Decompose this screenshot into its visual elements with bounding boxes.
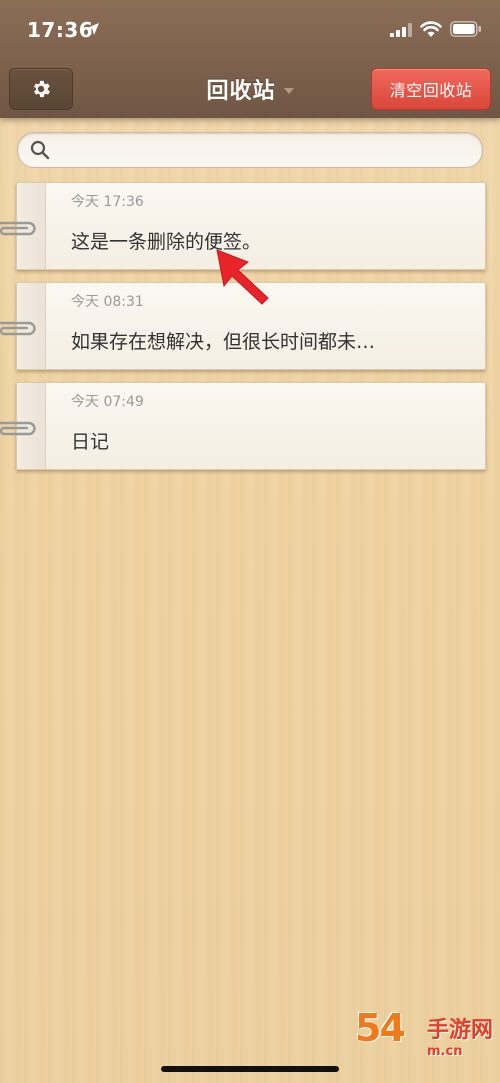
note-text: 日记: [71, 431, 110, 453]
note-date: 今天 08:31: [71, 294, 144, 310]
status-bar: 17:36: [0, 0, 500, 60]
caret-down-icon[interactable]: [283, 87, 294, 94]
wifi-icon: [420, 21, 442, 37]
watermark-cn: 手游网: [427, 1018, 494, 1043]
nav-bar: 回收站 清空回收站: [0, 60, 500, 118]
search-bar[interactable]: [17, 132, 483, 168]
battery-icon: [450, 21, 481, 37]
status-time: 17:36: [27, 18, 94, 42]
location-arrow-icon: [87, 23, 99, 35]
search-input[interactable]: [58, 137, 472, 165]
watermark-logo: 54 手游网 m.cn: [355, 1000, 495, 1080]
annotation-arrow-icon: [216, 249, 269, 305]
cellular-signal-icon: [390, 23, 412, 37]
watermark-main: 54: [355, 1006, 406, 1050]
gear-icon: [34, 80, 50, 98]
note-item[interactable]: 今天 07:49 日记: [16, 382, 486, 470]
paperclip-icon: [0, 421, 36, 436]
watermark-url: m.cn: [427, 1044, 463, 1059]
top-header: 17:36 回收站 清空回收站: [0, 0, 500, 118]
note-date: 今天 17:36: [71, 194, 144, 210]
paperclip-icon: [0, 221, 36, 236]
home-indicator[interactable]: [161, 1066, 339, 1072]
note-text: 如果存在想解决，但很长时间都未…: [71, 331, 376, 353]
clear-trash-button[interactable]: 清空回收站: [371, 68, 491, 110]
settings-button[interactable]: [9, 68, 73, 110]
paperclip-icon: [0, 321, 36, 336]
search-icon: [30, 140, 50, 160]
note-date: 今天 07:49: [71, 394, 144, 410]
page-title[interactable]: 回收站: [206, 73, 275, 105]
